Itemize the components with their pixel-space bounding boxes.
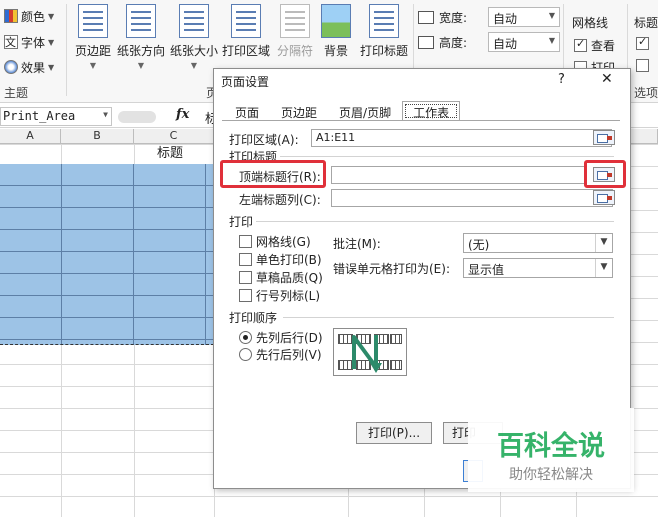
section-divider [256,221,614,222]
chevron-down-icon[interactable]: ▼ [103,110,108,119]
comments-label: 批注(M): [333,237,381,251]
width-select[interactable]: 自动 ▼ [488,7,560,27]
page-order-section-label: 打印顺序 [229,311,278,325]
gridlines-group-label: 网格线 [572,16,609,30]
column-header-b[interactable]: B [61,129,134,144]
headings-view-checkbox[interactable] [636,35,649,50]
collapse-dialog-icon[interactable] [593,130,615,145]
chevron-down-icon: ▼ [48,11,55,21]
print-section-label: 打印 [229,215,254,229]
theme-effects-icon [4,60,18,74]
page-order-preview [333,328,407,376]
tab-margins[interactable]: 页边距 [270,101,328,121]
print-area-label: 打印区域(A): [229,133,299,147]
dialog-title: 页面设置 [221,75,270,89]
page-order-arrow-icon [352,335,382,373]
breaks-icon [280,4,310,38]
top-rows-label-highlight [220,160,326,188]
cell-errors-label: 错误单元格打印为(E): [333,262,450,276]
theme-colors-icon [4,9,18,23]
background-icon [321,4,351,38]
sheet-options-group-label: 选项 [634,86,658,100]
checkbox[interactable] [239,253,252,266]
left-cols-field[interactable] [331,189,613,207]
print-button[interactable]: 打印(P)... [356,422,432,444]
print-area-icon [231,4,261,38]
row-col-headings-checkbox[interactable]: 行号列标(L) [239,287,320,304]
dialog-titlebar[interactable]: 页面设置 ? ✕ [214,69,630,93]
insert-function-icon[interactable]: fx [176,107,189,122]
height-icon [418,35,434,49]
print-titles-icon [369,4,399,38]
resize-handle[interactable] [118,111,156,123]
theme-group-label: 主题 [4,86,29,100]
watermark-title: 百科全说 [497,431,605,462]
margins-icon [78,4,108,38]
comments-select[interactable]: (无) ▼ [463,233,613,253]
width-row: 宽度: 自动 ▼ [418,6,560,28]
section-divider [283,317,614,318]
dialog-tabs: 页面 页边距 页眉/页脚 工作表 [224,101,461,121]
watermark-logo: 百科全说 助你轻松解决 [468,408,634,492]
top-rows-field[interactable] [331,166,586,184]
watermark-subtitle: 助你轻松解决 [509,467,593,483]
chevron-down-icon: ▼ [137,61,145,70]
height-row: 高度: 自动 ▼ [418,31,560,53]
theme-fonts-icon [4,34,18,50]
theme-fonts-button[interactable]: 字体 ▼ [4,32,54,52]
chevron-down-icon: ▼ [89,61,97,70]
left-cols-label: 左端标题列(C): [239,193,321,207]
theme-colors-button[interactable]: 颜色 ▼ [4,6,54,26]
black-and-white-checkbox[interactable]: 单色打印(B) [239,251,322,268]
chevron-down-icon: ▼ [548,11,555,20]
over-then-down-radio[interactable]: 先行后列(V) [239,346,322,363]
radio[interactable] [239,331,252,344]
tab-sheet[interactable]: 工作表 [402,101,461,121]
name-box[interactable]: Print_Area ▼ [0,107,112,126]
chevron-down-icon: ▼ [48,37,55,47]
height-select[interactable]: 自动 ▼ [488,32,560,52]
section-divider [280,156,614,157]
margins-button[interactable]: 页边距 ▼ [66,4,120,84]
tab-header-footer[interactable]: 页眉/页脚 [328,101,402,121]
checkbox[interactable] [636,35,649,50]
title-cell[interactable]: 标题 [134,144,206,164]
orientation-icon [126,4,156,38]
tab-page[interactable]: 页面 [224,101,270,121]
draft-quality-checkbox[interactable]: 草稿品质(Q) [239,269,323,286]
column-header-a[interactable]: A [0,129,61,144]
chevron-down-icon[interactable]: ▼ [595,259,612,277]
column-header-c[interactable]: C [134,129,214,144]
cell-errors-select[interactable]: 显示值 ▼ [463,258,613,278]
down-then-over-radio[interactable]: 先列后行(D) [239,329,323,346]
tab-divider [222,120,620,121]
checkbox[interactable] [574,37,587,52]
close-icon[interactable]: ✕ [601,71,613,87]
print-area-selection[interactable] [0,164,214,345]
headings-print-checkbox[interactable] [636,59,649,72]
theme-effects-button[interactable]: 效果 ▼ [4,57,54,77]
checkbox[interactable] [636,59,649,72]
checkbox[interactable] [239,235,252,248]
radio[interactable] [239,348,252,361]
headings-group-label: 标题 [634,16,658,30]
gridlines-checkbox[interactable]: 网格线(G) [239,233,311,250]
gridlines-view-checkbox[interactable]: 查看 [574,37,615,54]
chevron-down-icon: ▼ [548,36,555,45]
collapse-dialog-icon[interactable] [593,190,615,205]
print-area-field[interactable]: A1:E11 [311,129,612,147]
top-rows-button-highlight [584,160,626,188]
size-icon [179,4,209,38]
checkbox[interactable] [239,289,252,302]
width-icon [418,10,434,24]
chevron-down-icon: ▼ [48,62,55,72]
chevron-down-icon[interactable]: ▼ [595,234,612,252]
orientation-button[interactable]: 纸张方向 ▼ [115,4,167,84]
checkbox[interactable] [239,271,252,284]
help-icon[interactable]: ? [558,72,565,87]
